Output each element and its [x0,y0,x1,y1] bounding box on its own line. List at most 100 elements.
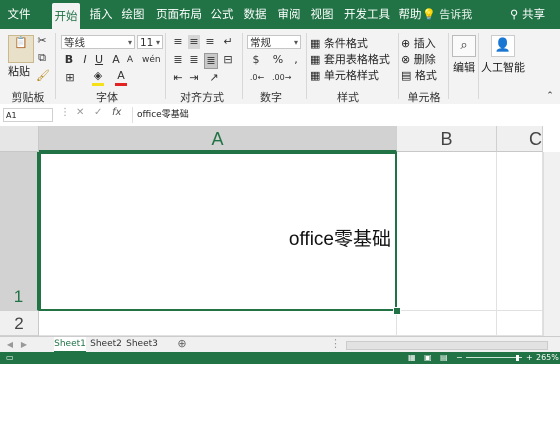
person-icon[interactable]: 👤 [491,35,515,57]
underline-icon[interactable]: U [94,53,104,67]
zoom-out-icon[interactable]: − [456,352,463,364]
row-header-2[interactable]: 2 [0,311,39,336]
align-bottom-icon[interactable]: ≡ [204,35,216,49]
tab-help[interactable]: 帮助 [396,0,424,29]
sheet-tab-2[interactable]: Sheet2 [90,337,122,351]
comma-style-icon[interactable]: , [290,53,302,67]
sheet-tab-3[interactable]: Sheet3 [126,337,158,351]
font-size-select[interactable]: 11 ▾ [137,35,163,49]
format-as-table-button[interactable]: ▦ 套用表格格式 [310,51,390,67]
format-painter-icon[interactable]: 🖌 [36,69,50,83]
insert-cells-button[interactable]: ⊕ 插入 [401,35,436,51]
sheet-tab-bar: ◀ ▶ Sheet1 Sheet2 Sheet3 ⊕ ⋮ [0,336,560,353]
tab-review[interactable]: 审阅 [274,0,304,29]
cell-c1[interactable] [497,152,543,311]
row-header-1[interactable]: 1 [0,152,39,311]
cell-c2[interactable] [497,311,543,336]
accounting-icon[interactable]: $ [249,53,263,67]
fill-color-icon[interactable]: ◈ [92,69,104,86]
insert-function-icon[interactable]: fx [112,107,121,118]
align-right-icon[interactable]: ≣ [204,53,218,69]
font-name-select[interactable]: 等线 ▾ [61,35,135,49]
decrease-indent-icon[interactable]: ⇤ [172,71,184,85]
column-header-c[interactable]: C [497,126,543,152]
number-format-select[interactable]: 常规 ▾ [247,35,301,49]
page-layout-view-icon[interactable]: ▣ [424,352,432,364]
cell-styles-button[interactable]: ▦ 单元格样式 [310,67,379,83]
group-divider [398,33,399,99]
enter-icon[interactable]: ✓ [94,107,102,118]
wrap-text-icon[interactable]: ↵ [222,35,234,49]
tab-file[interactable]: 文件 [4,0,34,29]
conditional-formatting-button[interactable]: ▦ 条件格式 [310,35,368,51]
name-box[interactable]: A1 [3,108,53,122]
insert-icon: ⊕ [401,37,414,50]
horizontal-scrollbar[interactable] [346,341,548,350]
tab-page-layout[interactable]: 页面布局 [153,0,205,29]
border-icon[interactable]: ⊞ [64,71,76,85]
sheet-tab-1[interactable]: Sheet1 [54,337,86,353]
share-button[interactable]: ⚲ 共享 [510,0,545,29]
alignment-group-label: 对齐方式 [180,91,224,104]
cut-icon[interactable]: ✂ [36,34,48,48]
align-top-icon[interactable]: ≡ [172,35,184,49]
phonetic-icon[interactable]: wén [142,53,161,67]
add-sheet-icon[interactable]: ⊕ [176,337,188,351]
worksheet-grid: A B C 1 2 office零基础 [0,126,560,336]
group-divider [306,33,307,99]
zoom-slider[interactable] [466,357,522,358]
italic-icon[interactable]: I [80,53,90,67]
page-break-view-icon[interactable]: ▤ [440,352,448,364]
align-center-icon[interactable]: ≣ [188,53,200,67]
cell-a2[interactable] [39,311,397,336]
ai-button[interactable]: 人工智能 [481,59,525,75]
column-header-a[interactable]: A [39,126,397,152]
paste-icon[interactable]: 📋 [8,35,34,63]
format-cells-button[interactable]: ▤ 格式 [401,67,437,83]
zoom-slider-thumb[interactable] [516,355,519,361]
decrease-font-icon[interactable]: A [125,53,135,67]
paste-button[interactable]: 粘贴 [8,63,30,79]
copy-icon[interactable]: ⧉ [36,51,48,65]
select-all-corner[interactable] [0,126,39,152]
scroll-right-icon[interactable]: ▶ [20,338,28,352]
cancel-icon[interactable]: ✕ [76,107,84,118]
tab-view[interactable]: 视图 [307,0,337,29]
tab-home[interactable]: 开始 [52,3,80,29]
increase-indent-icon[interactable]: ⇥ [188,71,200,85]
fill-handle[interactable] [393,307,401,315]
delete-cells-button[interactable]: ⊗ 删除 [401,51,436,67]
decrease-decimal-icon[interactable]: .00→ [272,71,291,85]
tab-draw[interactable]: 绘图 [118,0,148,29]
collapse-ribbon-icon[interactable]: ⌃ [545,89,555,103]
align-left-icon[interactable]: ≣ [172,53,184,67]
tab-insert[interactable]: 插入 [86,0,116,29]
align-middle-icon[interactable]: ≡ [188,35,200,49]
tab-formulas[interactable]: 公式 [207,0,237,29]
tab-data[interactable]: 数据 [240,0,270,29]
increase-font-icon[interactable]: A [111,53,121,67]
tell-me-search[interactable]: 💡 告诉我 [422,0,472,29]
zoom-in-icon[interactable]: + [526,352,533,364]
cell-styles-icon: ▦ [310,69,324,82]
cell-styles-label: 单元格样式 [323,69,379,82]
merge-center-icon[interactable]: ⊟ [222,53,234,67]
cell-b2[interactable] [397,311,497,336]
percent-icon[interactable]: % [271,53,285,67]
increase-decimal-icon[interactable]: .0← [249,71,265,85]
formula-input[interactable]: office零基础 [132,107,554,123]
more-icon[interactable]: ⋮ [60,107,70,118]
search-icon[interactable]: ⌕ [452,35,476,57]
tab-developer[interactable]: 开发工具 [341,0,393,29]
font-color-icon[interactable]: A [115,69,127,86]
zoom-level[interactable]: 265% [536,352,559,364]
bold-icon[interactable]: B [64,53,74,67]
vertical-scrollbar[interactable] [543,152,560,336]
orientation-icon[interactable]: ↗ [208,71,220,85]
editing-button[interactable]: 编辑 [453,59,475,75]
cell-a1-selected[interactable]: office零基础 [39,152,397,311]
cell-b1[interactable] [397,152,497,311]
column-header-b[interactable]: B [397,126,497,152]
scroll-left-icon[interactable]: ◀ [6,338,14,352]
normal-view-icon[interactable]: ▦ [408,352,416,364]
